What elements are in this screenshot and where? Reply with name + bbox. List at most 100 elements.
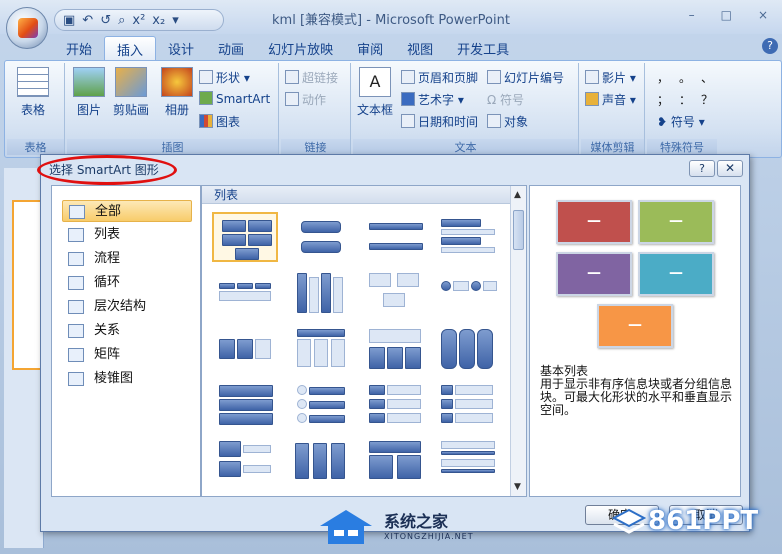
watermark-left-sub: XITONGZHIJIA.NET (384, 532, 474, 541)
layout-thumb[interactable] (362, 324, 428, 374)
table-button[interactable]: 表格 (17, 67, 49, 118)
tab-animation[interactable]: 动画 (206, 36, 256, 60)
scroll-up-icon[interactable]: ▲ (514, 190, 521, 200)
chart-icon (199, 114, 213, 128)
special-char-semicolon[interactable]: ； (657, 91, 669, 108)
office-logo-icon (18, 18, 38, 38)
dialog-close-button[interactable]: ✕ (717, 160, 743, 177)
action-button[interactable]: 动作 (285, 91, 326, 108)
layout-basic-list[interactable] (212, 212, 278, 262)
close-window-button[interactable]: × (758, 8, 768, 22)
category-relationship[interactable]: 关系 (62, 320, 192, 342)
layout-thumb[interactable] (212, 436, 278, 486)
hyperlink-button[interactable]: 超链接 (285, 69, 338, 86)
layout-thumb[interactable] (434, 380, 500, 430)
clipart-button[interactable]: 剪贴画 (113, 67, 149, 118)
layout-thumb[interactable] (288, 324, 354, 374)
picture-label: 图片 (76, 103, 101, 117)
layout-thumb[interactable] (212, 324, 278, 374)
list-icon (68, 228, 84, 242)
tab-home[interactable]: 开始 (54, 36, 104, 60)
album-button[interactable]: 相册 (161, 67, 193, 118)
tab-view[interactable]: 视图 (395, 36, 445, 60)
layout-thumb[interactable] (212, 268, 278, 318)
category-all[interactable]: 全部 (62, 200, 192, 222)
scroll-down-icon[interactable]: ▼ (514, 482, 521, 492)
category-list-type[interactable]: 列表 (62, 224, 192, 246)
layout-thumb[interactable] (288, 380, 354, 430)
layout-thumb[interactable] (434, 324, 500, 374)
ribbon: 表格 表格 图片 剪贴画 相册 形状 ▾ SmartArt 图表 插图 超链接 (4, 60, 782, 158)
album-icon (161, 67, 193, 97)
house-logo-icon (320, 510, 372, 544)
scroll-thumb[interactable] (513, 210, 524, 250)
header-footer-button[interactable]: 页眉和页脚 (401, 69, 478, 86)
tab-insert[interactable]: 插入 (104, 36, 157, 60)
gallery-scrollbar[interactable]: ▲ ▼ (510, 186, 526, 496)
smartart-button[interactable]: SmartArt (199, 91, 270, 106)
group-table: 表格 表格 (7, 63, 65, 155)
layout-thumb[interactable] (434, 212, 500, 262)
tab-developer[interactable]: 开发工具 (445, 36, 521, 60)
category-label: 流程 (94, 251, 121, 266)
relationship-icon (68, 324, 84, 338)
object-button[interactable]: 对象 (487, 113, 528, 130)
textbox-button[interactable]: A 文本框 (357, 67, 393, 118)
shapes-button[interactable]: 形状 ▾ (199, 69, 250, 86)
sound-button[interactable]: 声音 ▾ (585, 91, 636, 108)
powerpoint-window: ▣ ↶ ↺ ⌕ x² x₂ ▾ kml [兼容模式] - Microsoft P… (0, 0, 782, 554)
category-process[interactable]: 流程 (62, 248, 192, 270)
slide-number-button[interactable]: 幻灯片编号 (487, 69, 564, 86)
slide-thumbnail[interactable] (12, 200, 42, 370)
layout-thumb[interactable] (288, 212, 354, 262)
preview-box-teal: — (638, 252, 714, 296)
symbol-button[interactable]: Ω 符号 (487, 91, 524, 108)
minimize-button[interactable]: – (689, 8, 695, 22)
datetime-icon (401, 114, 415, 128)
layout-thumb[interactable] (212, 380, 278, 430)
maximize-button[interactable]: □ (721, 8, 732, 22)
layout-thumb[interactable] (434, 436, 500, 486)
group-title-table: 表格 (7, 139, 64, 155)
picture-button[interactable]: 图片 (73, 67, 105, 118)
layout-thumb[interactable] (362, 436, 428, 486)
layout-thumb[interactable] (434, 268, 500, 318)
preview-panel: — — — — — 基本列表 用于显示非有序信息块或者分组信息块。可最大化形状的… (529, 185, 741, 497)
group-text: A 文本框 页眉和页脚 艺术字 ▾ 日期和时间 幻灯片编号 Ω 符号 对象 文本 (353, 63, 579, 155)
tab-slideshow[interactable]: 幻灯片放映 (256, 36, 345, 60)
wordart-button[interactable]: 艺术字 ▾ (401, 91, 464, 108)
layout-thumb[interactable] (362, 212, 428, 262)
help-icon[interactable]: ? (762, 38, 778, 54)
watermark-right-text: 861PPT (648, 506, 759, 536)
tab-review[interactable]: 审阅 (345, 36, 395, 60)
special-char-question[interactable]: ？ (701, 91, 713, 108)
chart-button[interactable]: 图表 (199, 113, 240, 130)
layout-thumb[interactable] (288, 268, 354, 318)
bullet-icon: ❥ (657, 115, 671, 129)
picture-icon (73, 67, 105, 97)
layout-thumb[interactable] (362, 380, 428, 430)
layout-thumb[interactable] (288, 436, 354, 486)
special-symbol-button[interactable]: ❥ 符号 ▾ (657, 113, 705, 130)
tab-design[interactable]: 设计 (156, 36, 206, 60)
office-button[interactable] (6, 7, 48, 49)
special-char-comma[interactable]: ， (657, 69, 669, 86)
special-char-pause[interactable]: 、 (701, 69, 713, 86)
window-title: kml [兼容模式] - Microsoft PowerPoint (272, 13, 510, 28)
category-cycle[interactable]: 循环 (62, 272, 192, 294)
layout-thumb[interactable] (362, 268, 428, 318)
special-char-colon[interactable]: ： (679, 91, 691, 108)
ribbon-tabs: 开始 插入 设计 动画 幻灯片放映 审阅 视图 开发工具 (54, 36, 521, 60)
preview-box-purple: — (556, 252, 632, 296)
dialog-help-button[interactable]: ? (689, 160, 715, 177)
album-label: 相册 (164, 103, 189, 117)
preview-box-orange: — (597, 304, 673, 348)
category-hierarchy[interactable]: 层次结构 (62, 296, 192, 318)
category-matrix[interactable]: 矩阵 (62, 344, 192, 366)
special-char-period[interactable]: 。 (679, 69, 691, 86)
movie-button[interactable]: 影片 ▾ (585, 69, 636, 86)
process-icon (68, 252, 84, 266)
category-label: 棱锥图 (94, 371, 134, 386)
datetime-button[interactable]: 日期和时间 (401, 113, 478, 130)
category-pyramid[interactable]: 棱锥图 (62, 368, 192, 390)
